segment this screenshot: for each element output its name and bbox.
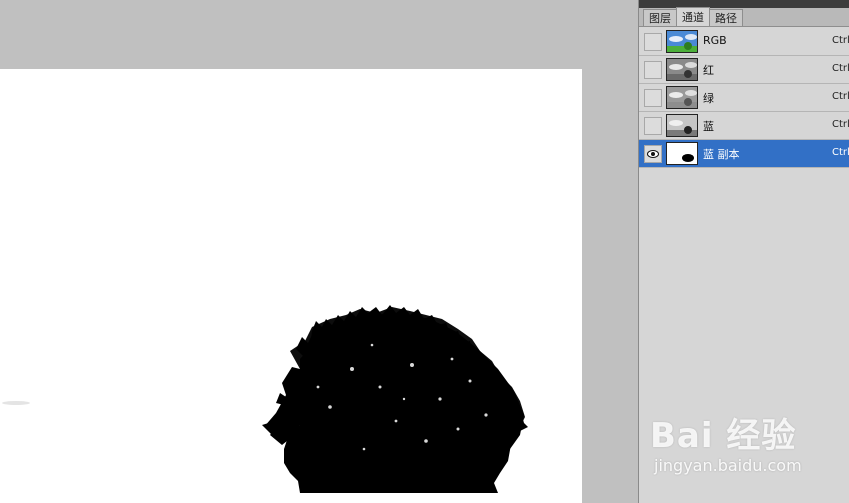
tab-channels[interactable]: 通道 (676, 7, 710, 26)
document-canvas[interactable] (0, 69, 582, 503)
tab-paths[interactable]: 路径 (709, 9, 743, 26)
channel-shortcut: Ctrl+ (832, 147, 849, 158)
channel-thumbnail-red (666, 58, 698, 81)
channel-row-red[interactable]: 红 Ctrl+ (639, 56, 849, 84)
visibility-toggle[interactable] (644, 145, 662, 163)
tab-layers[interactable]: 图层 (643, 9, 677, 26)
panel-title-bar[interactable] (639, 0, 849, 8)
channel-name: 红 (703, 64, 714, 77)
visibility-toggle[interactable] (644, 61, 662, 79)
watermark-url: jingyan.baidu.com (654, 456, 802, 475)
visibility-toggle[interactable] (644, 89, 662, 107)
channel-shortcut: Ctrl+ (832, 91, 849, 102)
visibility-toggle[interactable] (644, 117, 662, 135)
document-workspace (0, 0, 638, 503)
visibility-toggle[interactable] (644, 33, 662, 51)
channel-row-blue-copy[interactable]: 蓝 副本 Ctrl+ (639, 140, 849, 168)
eye-icon (647, 150, 659, 158)
channel-row-rgb[interactable]: RGB Ctrl+ (639, 28, 849, 56)
channel-thumbnail-blue-copy (666, 142, 698, 165)
watermark: Bai 经验 jingyan.baidu.com (650, 408, 840, 488)
channel-name: 蓝 副本 (703, 148, 740, 161)
channel-mask-image (2, 305, 528, 493)
channel-shortcut: Ctrl+ (832, 35, 849, 46)
channel-name: RGB (703, 34, 727, 47)
channel-thumbnail-green (666, 86, 698, 109)
channel-row-green[interactable]: 绿 Ctrl+ (639, 84, 849, 112)
channel-shortcut: Ctrl+ (832, 119, 849, 130)
channel-row-blue[interactable]: 蓝 Ctrl+ (639, 112, 849, 140)
panel-tabs: 图层 通道 路径 (639, 7, 849, 27)
channel-name: 绿 (703, 92, 714, 105)
channel-shortcut: Ctrl+ (832, 63, 849, 74)
channel-thumbnail-blue (666, 114, 698, 137)
channel-name: 蓝 (703, 120, 714, 133)
channel-thumbnail-rgb (666, 30, 698, 53)
watermark-brand: Bai 经验 (650, 416, 797, 456)
